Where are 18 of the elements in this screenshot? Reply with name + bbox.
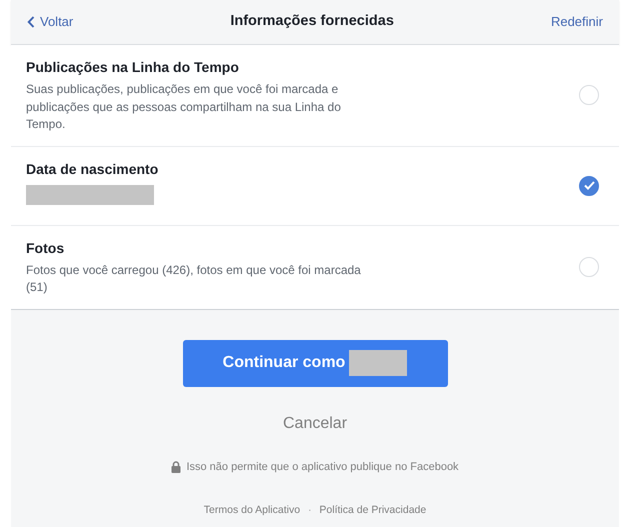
cancel-button[interactable]: Cancelar	[276, 410, 354, 436]
item-title: Publicações na Linha do Tempo	[26, 58, 240, 77]
item-title: Fotos	[26, 238, 66, 258]
back-chevron-icon	[27, 16, 35, 28]
item-description: Fotos que você carregou (426), fotos em que você foi marcada (51)	[26, 262, 362, 296]
item-description: Suas publicações, publicações em que você foi marcada e publicações que as pessoas compartilham na sua Linha do Tempo.	[26, 81, 342, 133]
footer-link[interactable]: Política de Privacidade	[319, 503, 426, 519]
notice-text: Isso não permite que o aplicativo publique no Facebook	[186, 460, 459, 474]
back-link[interactable]: Voltar	[27, 12, 74, 32]
selection-radio[interactable]	[579, 176, 599, 196]
item-title: Data de nascimento	[26, 160, 160, 178]
reset-link[interactable]: Redefinir	[550, 12, 603, 32]
checkmark-icon	[584, 181, 594, 190]
page-title: Informações fornecidas	[230, 12, 394, 32]
continue-button[interactable]: Continuar como	[182, 340, 448, 386]
lock-icon	[171, 460, 182, 473]
separator-dot: ·	[308, 504, 312, 518]
footer-link[interactable]: Termos do Aplicativo	[204, 503, 300, 519]
